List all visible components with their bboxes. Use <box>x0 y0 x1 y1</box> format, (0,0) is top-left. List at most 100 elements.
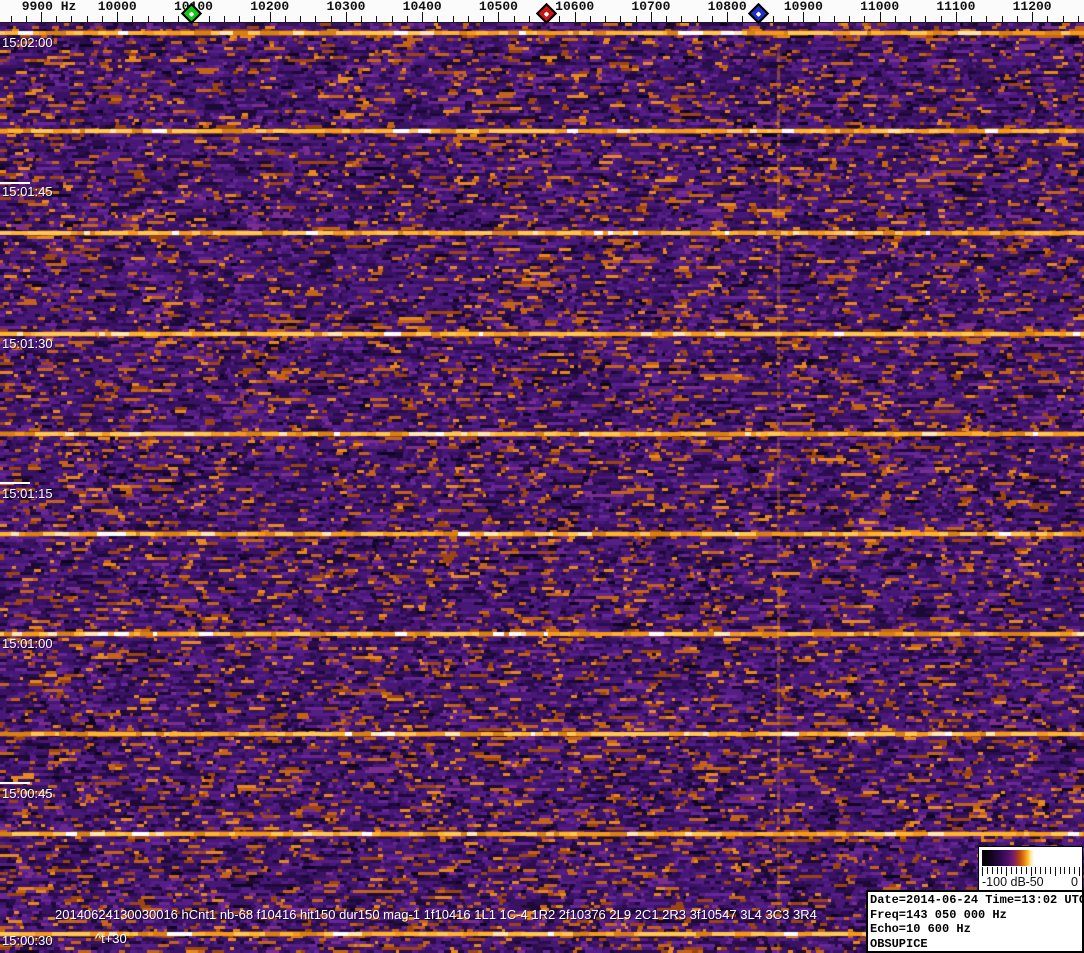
minor-frequency-tick <box>376 16 378 22</box>
minor-frequency-tick <box>391 16 393 22</box>
frequency-tick-label: 10300 <box>326 0 366 14</box>
minor-frequency-tick <box>25 16 27 22</box>
time-tick-mark <box>0 482 30 484</box>
scalebar-tick <box>1015 867 1017 874</box>
minor-frequency-tick <box>132 16 134 22</box>
info-station: OBSUPICE <box>870 936 928 951</box>
observation-info-box: Date=2014-06-24 Time=13:02 UTC Freq=143 … <box>866 890 1084 953</box>
minor-frequency-tick <box>742 16 744 22</box>
scalebar-tick <box>1059 867 1061 874</box>
marker-center-dot <box>543 10 550 17</box>
minor-frequency-tick <box>86 16 88 22</box>
minor-frequency-tick <box>147 16 149 22</box>
minor-frequency-tick <box>910 16 912 22</box>
minor-frequency-tick <box>833 16 835 22</box>
spectrogram-app-window: 9900 Hz100001010010200103001040010500106… <box>0 0 1084 953</box>
spectrogram-waterfall <box>0 23 1084 953</box>
minor-frequency-tick <box>437 16 439 22</box>
scalebar-tick <box>1020 867 1022 874</box>
minor-frequency-tick <box>1047 16 1049 22</box>
frequency-tick-label: 11000 <box>860 0 900 14</box>
minor-frequency-tick <box>528 16 530 22</box>
colormap-gradient <box>982 850 1079 866</box>
frequency-tick-label: 10400 <box>402 0 442 14</box>
marker-center-dot <box>189 10 195 17</box>
minor-frequency-tick <box>452 16 454 22</box>
frequency-tick-label: 10000 <box>97 0 137 14</box>
minor-frequency-tick <box>10 16 12 22</box>
minor-frequency-tick <box>788 16 790 22</box>
minor-frequency-tick <box>330 16 332 22</box>
time-label: 15:02:00 <box>2 35 53 50</box>
minor-frequency-tick <box>483 16 485 22</box>
minor-frequency-tick <box>666 16 668 22</box>
minor-frequency-tick <box>894 16 896 22</box>
frequency-tick-label: 10200 <box>250 0 290 14</box>
time-tick-mark <box>0 782 30 784</box>
detection-annotation: 20140624130030016 hCnt1 nb-68 f10416 hit… <box>55 907 817 922</box>
minor-frequency-tick <box>925 16 927 22</box>
frequency-tick-label: 10600 <box>555 0 595 14</box>
db-color-scalebar: -100 dB -50 0 <box>978 846 1083 891</box>
scalebar-tick <box>1049 867 1051 874</box>
scalebar-tick <box>1040 867 1042 874</box>
time-label: 15:01:45 <box>2 184 53 199</box>
frequency-tick-label: 10900 <box>783 0 823 14</box>
scalebar-labels: -100 dB -50 0 <box>979 875 1082 889</box>
minor-frequency-tick <box>696 16 698 22</box>
scalebar-max-label: 0 <box>1071 875 1078 889</box>
info-frequency: Freq=143 050 000 Hz <box>870 907 1007 922</box>
minor-frequency-tick <box>940 16 942 22</box>
minor-frequency-tick <box>971 16 973 22</box>
minor-frequency-tick <box>162 16 164 22</box>
minor-frequency-tick <box>589 16 591 22</box>
time-label: 15:00:30 <box>2 933 53 948</box>
minor-frequency-tick <box>605 16 607 22</box>
minor-frequency-tick <box>681 16 683 22</box>
scalebar-tick <box>1035 867 1037 874</box>
minor-frequency-tick <box>620 16 622 22</box>
minor-frequency-tick <box>284 16 286 22</box>
minor-frequency-tick <box>818 16 820 22</box>
info-echo: Echo=10 600 Hz <box>870 922 971 936</box>
minor-frequency-tick <box>208 16 210 22</box>
time-label: 15:01:00 <box>2 636 53 651</box>
minor-frequency-tick <box>986 16 988 22</box>
frequency-tick-label: 10500 <box>478 0 518 14</box>
frequency-tick-label: 11100 <box>936 0 976 14</box>
scalebar-tick <box>1064 867 1066 874</box>
minor-frequency-tick <box>849 16 851 22</box>
minor-frequency-tick <box>711 16 713 22</box>
minor-frequency-tick <box>1062 16 1064 22</box>
scalebar-min-label: -100 dB <box>982 875 1026 889</box>
minor-frequency-tick <box>1001 16 1003 22</box>
minor-frequency-tick <box>1016 16 1018 22</box>
minor-frequency-tick <box>254 16 256 22</box>
time-tick-mark <box>0 182 30 184</box>
scalebar-tick <box>1074 867 1076 874</box>
minor-frequency-tick <box>1077 16 1079 22</box>
scalebar-tick <box>986 867 988 874</box>
frequency-tick-label: 11200 <box>1012 0 1052 14</box>
minor-frequency-tick <box>71 16 73 22</box>
minor-frequency-tick <box>864 16 866 22</box>
minor-frequency-tick <box>239 16 241 22</box>
time-label: 15:01:15 <box>2 486 53 501</box>
minor-frequency-tick <box>513 16 515 22</box>
info-date-time: Date=2014-06-24 Time=13:02 UTC <box>870 893 1084 907</box>
minor-frequency-tick <box>772 16 774 22</box>
minor-frequency-tick <box>300 16 302 22</box>
frequency-tick-label: 10800 <box>707 0 747 14</box>
minor-frequency-tick <box>635 16 637 22</box>
scalebar-tick <box>996 867 998 874</box>
minor-frequency-tick <box>101 16 103 22</box>
minor-frequency-tick <box>361 16 363 22</box>
scalebar-tick <box>1011 867 1013 874</box>
frequency-tick-label: 9900 Hz <box>21 0 77 14</box>
scalebar-tick <box>1069 867 1071 874</box>
scalebar-tick <box>991 867 993 874</box>
scalebar-mid-label: -50 <box>1025 875 1044 889</box>
minor-frequency-tick <box>56 16 58 22</box>
scalebar-tick <box>1025 867 1027 874</box>
minor-frequency-tick <box>559 16 561 22</box>
